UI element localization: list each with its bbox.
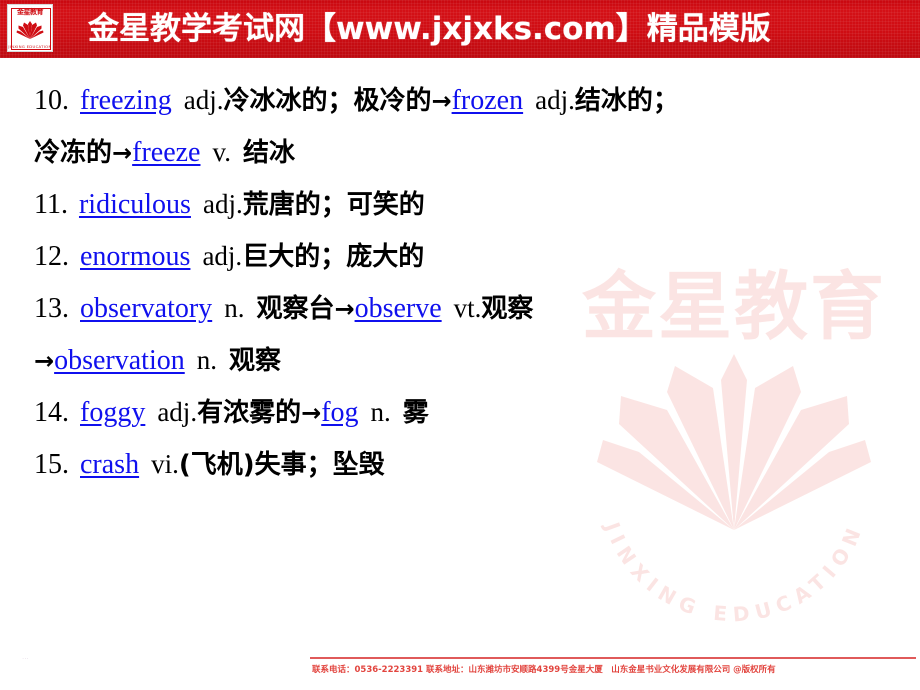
footer-divider [310, 657, 916, 659]
vocabulary-line: 10. freezing adj.冷冰冰的；极冷的→frozen adj.结冰的； [34, 80, 679, 117]
chinese-definition: 巨大的；庞大的 [242, 242, 425, 272]
arrow-icon: → [34, 347, 55, 375]
entry-number: 14. [34, 397, 69, 428]
entry-number: 15. [34, 449, 69, 480]
english-word[interactable]: foggy [80, 397, 145, 428]
vocabulary-line: 15. crash vi.(飞机)失事；坠毁 [34, 444, 385, 481]
english-word[interactable]: crash [80, 449, 139, 480]
chinese-definition: (飞机)失事；坠毁 [178, 450, 385, 480]
slide-page: 金星教育 JINXING EDUCATION 金星教学考试网【www.jxjxk… [0, 0, 920, 690]
chinese-definition: 结冰 [242, 138, 295, 168]
entry-number: 11. [34, 189, 68, 220]
part-of-speech: n. [370, 397, 391, 427]
part-of-speech: adj. [202, 189, 243, 219]
header-divider [0, 58, 920, 61]
entry-number: 13. [34, 293, 69, 324]
chinese-definition: 观察台 [256, 294, 335, 324]
footer-contact-info: 联系电话：0536-2223391 联系地址：山东潍坊市安顺路4399号金星大厦… [312, 665, 776, 675]
english-word[interactable]: fog [321, 397, 358, 428]
logo-english-text: JINXING EDUCATION [8, 45, 52, 49]
part-of-speech: n. [196, 345, 217, 375]
part-of-speech: adj. [157, 397, 198, 427]
english-word[interactable]: frozen [452, 85, 524, 116]
part-of-speech: adj. [183, 85, 224, 115]
part-of-speech: adj. [202, 241, 243, 271]
english-word[interactable]: observatory [80, 293, 212, 324]
chinese-definition: 雾 [402, 398, 429, 428]
english-word[interactable]: observe [355, 293, 442, 324]
arrow-icon: → [334, 295, 355, 323]
vocabulary-line: →observation n. 观察 [34, 340, 281, 377]
logo-fan-icon [16, 21, 44, 39]
vocabulary-line: 11. ridiculous adj.荒唐的；可笑的 [34, 184, 425, 221]
brand-logo: 金星教育 JINXING EDUCATION [7, 4, 53, 52]
chinese-definition: 荒唐的；可笑的 [242, 190, 425, 220]
part-of-speech: vi. [151, 449, 179, 479]
chinese-definition: 结冰的； [574, 86, 679, 116]
chinese-definition: 有浓雾的 [197, 398, 302, 428]
vocabulary-list: 10. freezing adj.冷冰冰的；极冷的→frozen adj.结冰的； 冷冻… [0, 62, 920, 642]
english-word[interactable]: freezing [80, 85, 172, 116]
arrow-icon: → [112, 139, 133, 167]
entry-number: 12. [34, 241, 69, 272]
chinese-definition: 观察 [229, 346, 282, 376]
chinese-definition: 冷冰冰的；极冷的 [223, 86, 432, 116]
entry-number: 10. [34, 85, 69, 116]
chinese-definition: 观察 [481, 294, 534, 324]
part-of-speech: n. [224, 293, 245, 323]
chinese-definition: 冷冻的 [34, 138, 113, 168]
page-title: 金星教学考试网【www.jxjxks.com】精品模版 [88, 11, 771, 47]
english-word[interactable]: freeze [132, 137, 200, 168]
part-of-speech: adj. [535, 85, 575, 115]
vocabulary-line: 14. foggy adj.有浓雾的→fog n. 雾 [34, 392, 429, 429]
arrow-icon: → [431, 87, 452, 115]
english-word[interactable]: observation [54, 345, 185, 376]
part-of-speech: v. [212, 137, 231, 167]
part-of-speech: vt. [453, 293, 482, 323]
logo-chinese-text: 金星教育 [17, 8, 44, 16]
vocabulary-line: 12. enormous adj.巨大的；庞大的 [34, 236, 424, 273]
vocabulary-line: 冷冻的→freeze v. 结冰 [34, 132, 295, 169]
footer-corner-mark: ... [22, 653, 29, 661]
arrow-icon: → [301, 399, 322, 427]
vocabulary-line: 13. observatory n. 观察台→observe vt.观察 [34, 288, 533, 325]
english-word[interactable]: ridiculous [79, 189, 191, 220]
english-word[interactable]: enormous [80, 241, 190, 272]
